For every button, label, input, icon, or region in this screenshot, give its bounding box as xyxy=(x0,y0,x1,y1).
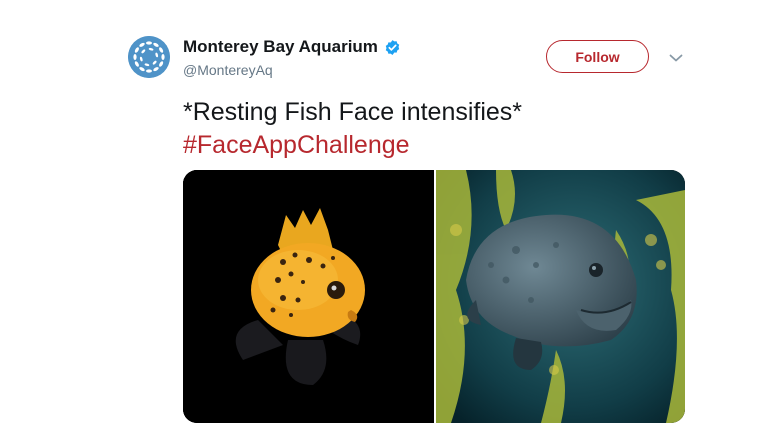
tweet-text: *Resting Fish Face intensifies* #FaceApp… xyxy=(183,96,522,162)
tweet-media xyxy=(183,170,685,423)
sea-bass-image xyxy=(436,170,685,423)
author-display-name[interactable]: Monterey Bay Aquarium xyxy=(183,37,378,57)
tweet-body: *Resting Fish Face intensifies* xyxy=(183,98,523,126)
media-image-1[interactable] xyxy=(183,170,434,423)
aquarium-logo-icon xyxy=(128,36,170,78)
hashtag-link[interactable]: #FaceAppChallenge xyxy=(183,129,522,162)
avatar[interactable] xyxy=(128,36,170,78)
orange-fish-image xyxy=(183,170,434,423)
author-name-row: Monterey Bay Aquarium xyxy=(183,37,401,57)
chevron-down-icon[interactable] xyxy=(668,50,684,66)
follow-button[interactable]: Follow xyxy=(546,40,649,73)
media-image-2[interactable] xyxy=(436,170,685,423)
author-handle[interactable]: @MontereyAq xyxy=(183,62,273,78)
verified-badge-icon xyxy=(385,39,400,55)
